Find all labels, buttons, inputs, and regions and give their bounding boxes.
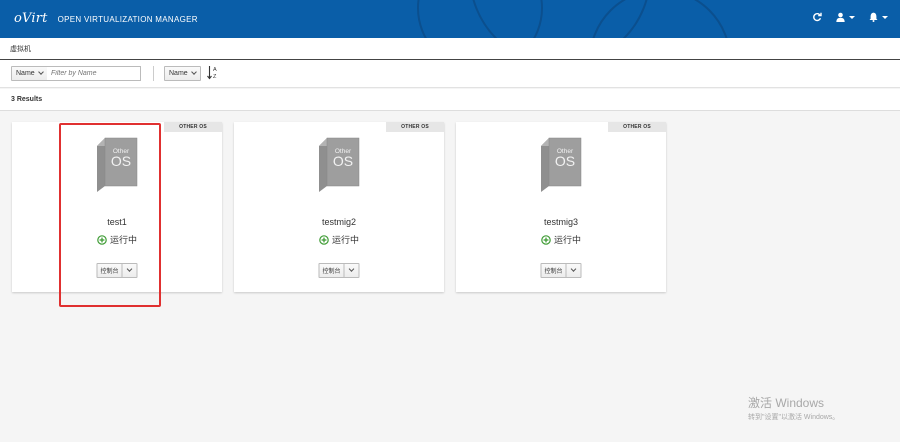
console-dropdown-toggle[interactable] [123,264,137,277]
vm-status: 运行中 [234,233,444,246]
other-os-icon: Other OS [97,137,138,192]
ovirt-logo: oVirt [14,11,48,26]
running-status-icon [541,234,551,245]
os-badge: OTHER OS [164,122,222,132]
running-status-icon [97,234,107,245]
console-button[interactable]: 控制台 [540,263,582,278]
sort-field-dropdown[interactable]: Name [164,66,201,81]
chevron-down-icon [570,266,577,272]
results-count: 3 Results [11,96,43,103]
refresh-button[interactable] [812,12,822,22]
results-bar: 3 Results [0,89,900,111]
chevron-down-icon [348,266,355,272]
toolbar-divider [153,66,154,81]
vm-status: 运行中 [12,233,222,246]
notifications-button[interactable] [869,12,888,22]
watermark-title: 激活 Windows [748,396,825,410]
breadcrumb: 虚拟机 [10,46,31,53]
vm-status-label: 运行中 [109,235,137,245]
vm-card[interactable]: OTHER OS Other OS testmig3 运行中 控制台 [456,122,666,292]
header-bar: oVirt OPEN VIRTUALIZATION MANAGER [0,0,900,38]
os-badge: OTHER OS [608,122,666,132]
vm-status: 运行中 [456,233,666,246]
refresh-icon [813,12,822,22]
brand[interactable]: oVirt OPEN VIRTUALIZATION MANAGER [14,11,198,26]
vm-card[interactable]: OTHER OS Other OS test1 运行中 控制台 [12,122,222,292]
filter-field-label: Name [16,70,35,77]
vm-status-label: 运行中 [553,235,581,245]
svg-text:OS: OS [333,153,353,169]
chevron-down-icon [849,15,855,19]
chevron-down-icon [37,69,44,75]
vm-status-label: 运行中 [331,235,359,245]
chevron-down-icon [882,15,888,19]
os-badge: OTHER OS [386,122,444,132]
watermark-subtitle: 转到"设置"以激活 Windows。 [748,414,840,421]
filter-input[interactable] [47,66,141,81]
user-icon [836,12,845,22]
svg-text:A: A [213,67,217,73]
chevron-down-icon [126,266,133,272]
bell-icon [869,12,878,22]
product-name: OPEN VIRTUALIZATION MANAGER [57,15,198,24]
console-button[interactable]: 控制台 [96,263,138,278]
windows-activation-watermark: 激活 Windows 转到"设置"以激活 Windows。 [748,394,839,422]
sort-field-label: Name [169,70,188,77]
chevron-down-icon [190,69,197,75]
other-os-icon: Other OS [541,137,582,192]
console-dropdown-toggle[interactable] [567,264,581,277]
sort-ascending-icon[interactable]: A Z [207,65,219,80]
svg-text:Z: Z [213,74,217,80]
vm-card[interactable]: OTHER OS Other OS testmig2 运行中 控制台 [234,122,444,292]
console-button-label: 控制台 [319,264,345,277]
filter-field-dropdown[interactable]: Name [11,66,48,81]
running-status-icon [319,234,329,245]
console-button[interactable]: 控制台 [318,263,360,278]
console-button-label: 控制台 [541,264,567,277]
vm-name[interactable]: test1 [12,217,222,227]
svg-text:OS: OS [555,153,575,169]
user-menu-button[interactable] [836,12,855,22]
console-button-label: 控制台 [97,264,123,277]
console-dropdown-toggle[interactable] [345,264,359,277]
svg-text:OS: OS [111,153,131,169]
vm-name[interactable]: testmig2 [234,217,444,227]
breadcrumb-bar: 虚拟机 [0,38,900,60]
other-os-icon: Other OS [319,137,360,192]
vm-name[interactable]: testmig3 [456,217,666,227]
